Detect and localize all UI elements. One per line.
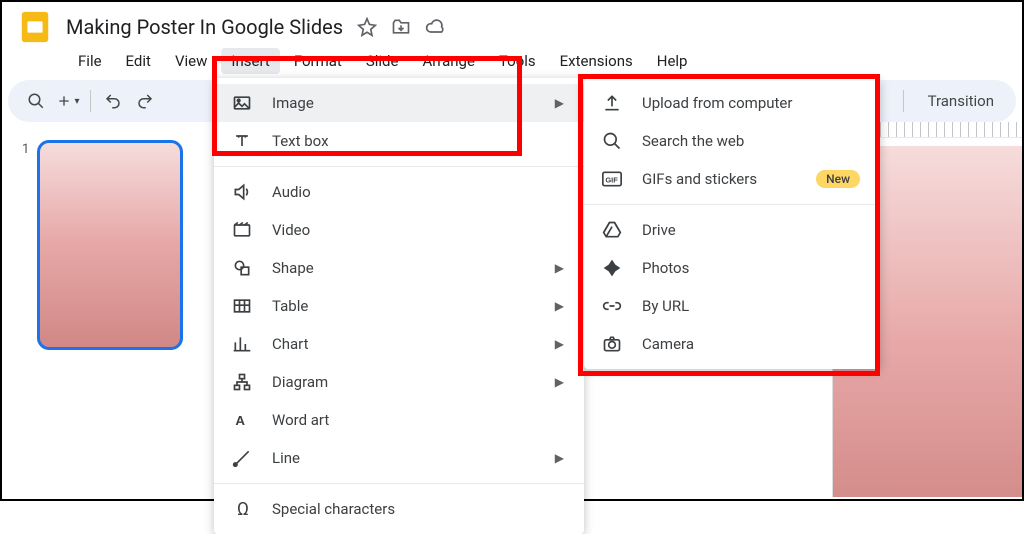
table-icon [232, 296, 254, 316]
toolbar-separator [903, 90, 904, 112]
menu-label: Diagram [272, 373, 328, 391]
menu-label: GIFs and stickers [642, 170, 757, 188]
menu-label: Search the web [642, 132, 744, 150]
upload-icon [602, 93, 624, 113]
audio-icon [232, 182, 254, 202]
undo-button[interactable] [97, 85, 129, 117]
menu-label: Shape [272, 259, 314, 277]
menu-label: Video [272, 221, 310, 239]
toolbar-separator [90, 90, 91, 112]
menu-insert[interactable]: Insert [221, 48, 279, 74]
menu-help[interactable]: Help [647, 48, 698, 74]
cloud-status-icon[interactable] [425, 17, 445, 37]
camera-icon [602, 334, 624, 354]
star-icon[interactable] [357, 17, 377, 37]
menu-label: Image [272, 94, 314, 112]
move-icon[interactable] [391, 17, 411, 37]
line-icon [232, 448, 254, 468]
insert-shape[interactable]: Shape ▶ [214, 249, 584, 287]
textbox-icon [232, 131, 254, 151]
insert-audio[interactable]: Audio [214, 173, 584, 211]
wordart-icon: A [232, 410, 254, 430]
menu-extensions[interactable]: Extensions [550, 48, 643, 74]
menu-label: Word art [272, 411, 329, 429]
menu-label: Text box [272, 132, 329, 150]
image-photos[interactable]: Photos [584, 249, 880, 287]
svg-text:A: A [235, 413, 245, 428]
search-menus-button[interactable] [20, 85, 52, 117]
slides-logo[interactable] [16, 8, 54, 46]
menu-file[interactable]: File [68, 48, 112, 74]
menu-format[interactable]: Format [284, 48, 352, 74]
menu-bar: File Edit View Insert Format Slide Arran… [2, 46, 1022, 80]
drive-icon [602, 220, 624, 240]
photos-icon [602, 258, 624, 278]
menu-view[interactable]: View [165, 48, 217, 74]
menu-label: Table [272, 297, 308, 315]
search-icon [602, 131, 624, 151]
insert-video[interactable]: Video [214, 211, 584, 249]
svg-text:GIF: GIF [605, 175, 618, 184]
redo-button[interactable] [129, 85, 161, 117]
image-upload-computer[interactable]: Upload from computer [584, 84, 880, 122]
insert-diagram[interactable]: Diagram ▶ [214, 363, 584, 401]
menu-divider [214, 166, 584, 167]
image-camera[interactable]: Camera [584, 325, 880, 363]
chevron-right-icon: ▶ [555, 451, 564, 465]
menu-edit[interactable]: Edit [116, 48, 161, 74]
transition-button[interactable]: Transition [918, 88, 1004, 114]
image-drive[interactable]: Drive [584, 211, 880, 249]
insert-textbox[interactable]: Text box [214, 122, 584, 160]
image-gifs-stickers[interactable]: GIF GIFs and stickers New [584, 160, 880, 198]
menu-label: By URL [642, 297, 689, 315]
new-slide-button[interactable]: ▾ [52, 85, 84, 117]
gif-icon: GIF [602, 171, 624, 187]
menu-divider [584, 204, 880, 205]
insert-special-characters[interactable]: Ω Special characters [214, 490, 584, 528]
chevron-right-icon: ▶ [555, 96, 564, 110]
image-by-url[interactable]: By URL [584, 287, 880, 325]
filmstrip: 1 [2, 122, 212, 497]
chevron-right-icon: ▶ [555, 337, 564, 351]
menu-slide[interactable]: Slide [356, 48, 409, 74]
video-icon [232, 220, 254, 240]
insert-table[interactable]: Table ▶ [214, 287, 584, 325]
diagram-icon [232, 372, 254, 392]
menu-label: Line [272, 449, 300, 467]
slide-thumbnail[interactable] [37, 140, 183, 350]
menu-label: Drive [642, 221, 676, 239]
insert-dropdown: Image ▶ Text box Audio Video Shape ▶ Tab… [214, 78, 584, 534]
image-search-web[interactable]: Search the web [584, 122, 880, 160]
menu-label: Upload from computer [642, 94, 792, 112]
shape-icon [232, 258, 254, 278]
insert-wordart[interactable]: A Word art [214, 401, 584, 439]
menu-arrange[interactable]: Arrange [412, 48, 484, 74]
insert-line[interactable]: Line ▶ [214, 439, 584, 477]
new-badge: New [816, 170, 860, 188]
menu-label: Audio [272, 183, 311, 201]
chevron-right-icon: ▶ [555, 375, 564, 389]
specialchars-icon: Ω [232, 499, 254, 520]
document-title[interactable]: Making Poster In Google Slides [66, 15, 343, 39]
chevron-right-icon: ▶ [555, 299, 564, 313]
chart-icon [232, 334, 254, 354]
menu-label: Special characters [272, 500, 395, 518]
menu-divider [214, 483, 584, 484]
chevron-right-icon: ▶ [555, 261, 564, 275]
title-bar: Making Poster In Google Slides [2, 2, 1022, 46]
menu-label: Photos [642, 259, 689, 277]
menu-label: Chart [272, 335, 309, 353]
slide-number: 1 [22, 140, 29, 350]
insert-chart[interactable]: Chart ▶ [214, 325, 584, 363]
menu-tools[interactable]: Tools [489, 48, 546, 74]
link-icon [602, 296, 624, 316]
image-icon [232, 93, 254, 113]
image-submenu: Upload from computer Search the web GIF … [584, 78, 880, 369]
menu-label: Camera [642, 335, 694, 353]
insert-image[interactable]: Image ▶ [214, 84, 584, 122]
